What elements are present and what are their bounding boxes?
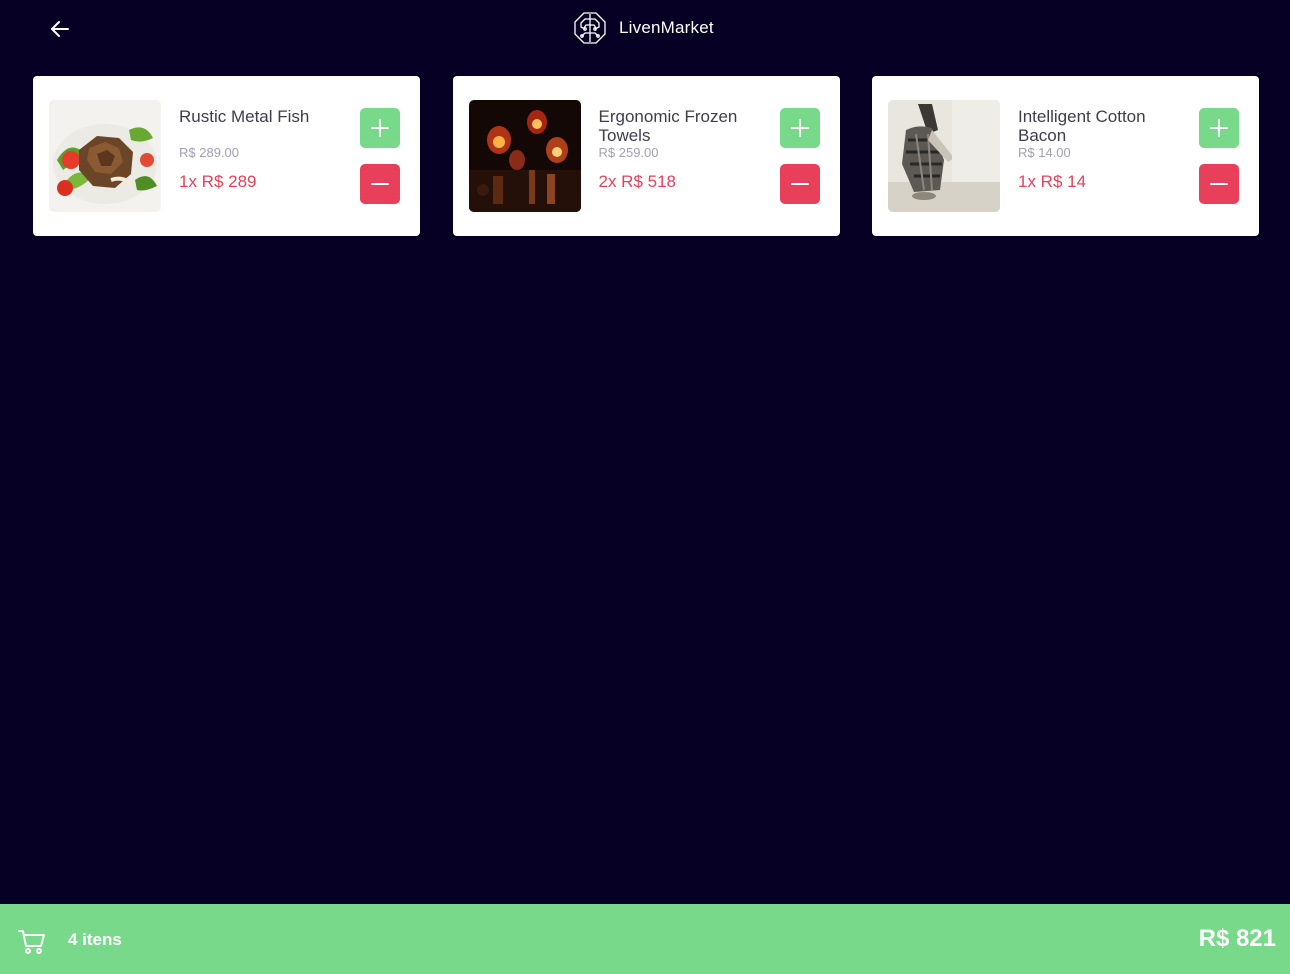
product-info: Intelligent Cotton Bacon R$ 14.00 1x R$ … [1018,107,1198,192]
seated-person-photo [888,100,1000,212]
product-card: Intelligent Cotton Bacon R$ 14.00 1x R$ … [872,76,1259,236]
cart-footer[interactable]: 4 itens R$ 821 [0,904,1290,974]
product-card: Rustic Metal Fish R$ 289.00 1x R$ 289 [33,76,420,236]
salad-food-photo [49,100,161,212]
arrow-left-icon [51,21,69,37]
product-list: Rustic Metal Fish R$ 289.00 1x R$ 289 Er… [33,76,1259,236]
brain-logo-icon [574,12,606,44]
increment-button[interactable] [779,108,820,148]
shopping-cart-icon [18,930,45,954]
product-image [888,100,1000,212]
increment-button[interactable] [360,108,400,148]
increment-button[interactable] [1199,108,1239,148]
red-lamps-photo [468,100,581,212]
product-price: R$ 259.00 [598,145,659,160]
product-subtotal: 2x R$ 518 [598,172,677,191]
product-price: R$ 14.00 [1018,145,1071,160]
product-subtotal: 1x R$ 289 [179,172,257,191]
product-info: Rustic Metal Fish R$ 289.00 1x R$ 289 [179,107,359,192]
product-name: Ergonomic Frozen Towels [598,107,738,145]
decrement-button[interactable] [1199,164,1239,204]
minus-icon [371,183,389,185]
product-info: Ergonomic Frozen Towels R$ 259.00 2x R$ … [599,107,779,192]
app-title: LivenMarket [619,18,714,37]
product-subtotal: 1x R$ 14 [1018,172,1087,191]
plus-icon [371,119,389,137]
product-name: Intelligent Cotton Bacon [1018,107,1146,145]
product-card: Ergonomic Frozen Towels R$ 259.00 2x R$ … [452,76,840,236]
minus-icon [790,183,809,185]
plus-icon [1210,119,1228,137]
product-image [49,100,161,212]
cart-total: R$ 821 [1198,925,1276,952]
back-button[interactable] [48,17,72,41]
plus-icon [790,119,809,137]
brand: LivenMarket [573,11,714,45]
decrement-button[interactable] [779,164,820,204]
product-image [468,100,581,212]
decrement-button[interactable] [360,164,400,204]
app-header: LivenMarket [0,0,1290,60]
product-price: R$ 289.00 [179,145,239,160]
minus-icon [1210,183,1228,185]
product-name: Rustic Metal Fish [179,107,310,126]
cart-items-count: 4 itens [68,930,122,949]
